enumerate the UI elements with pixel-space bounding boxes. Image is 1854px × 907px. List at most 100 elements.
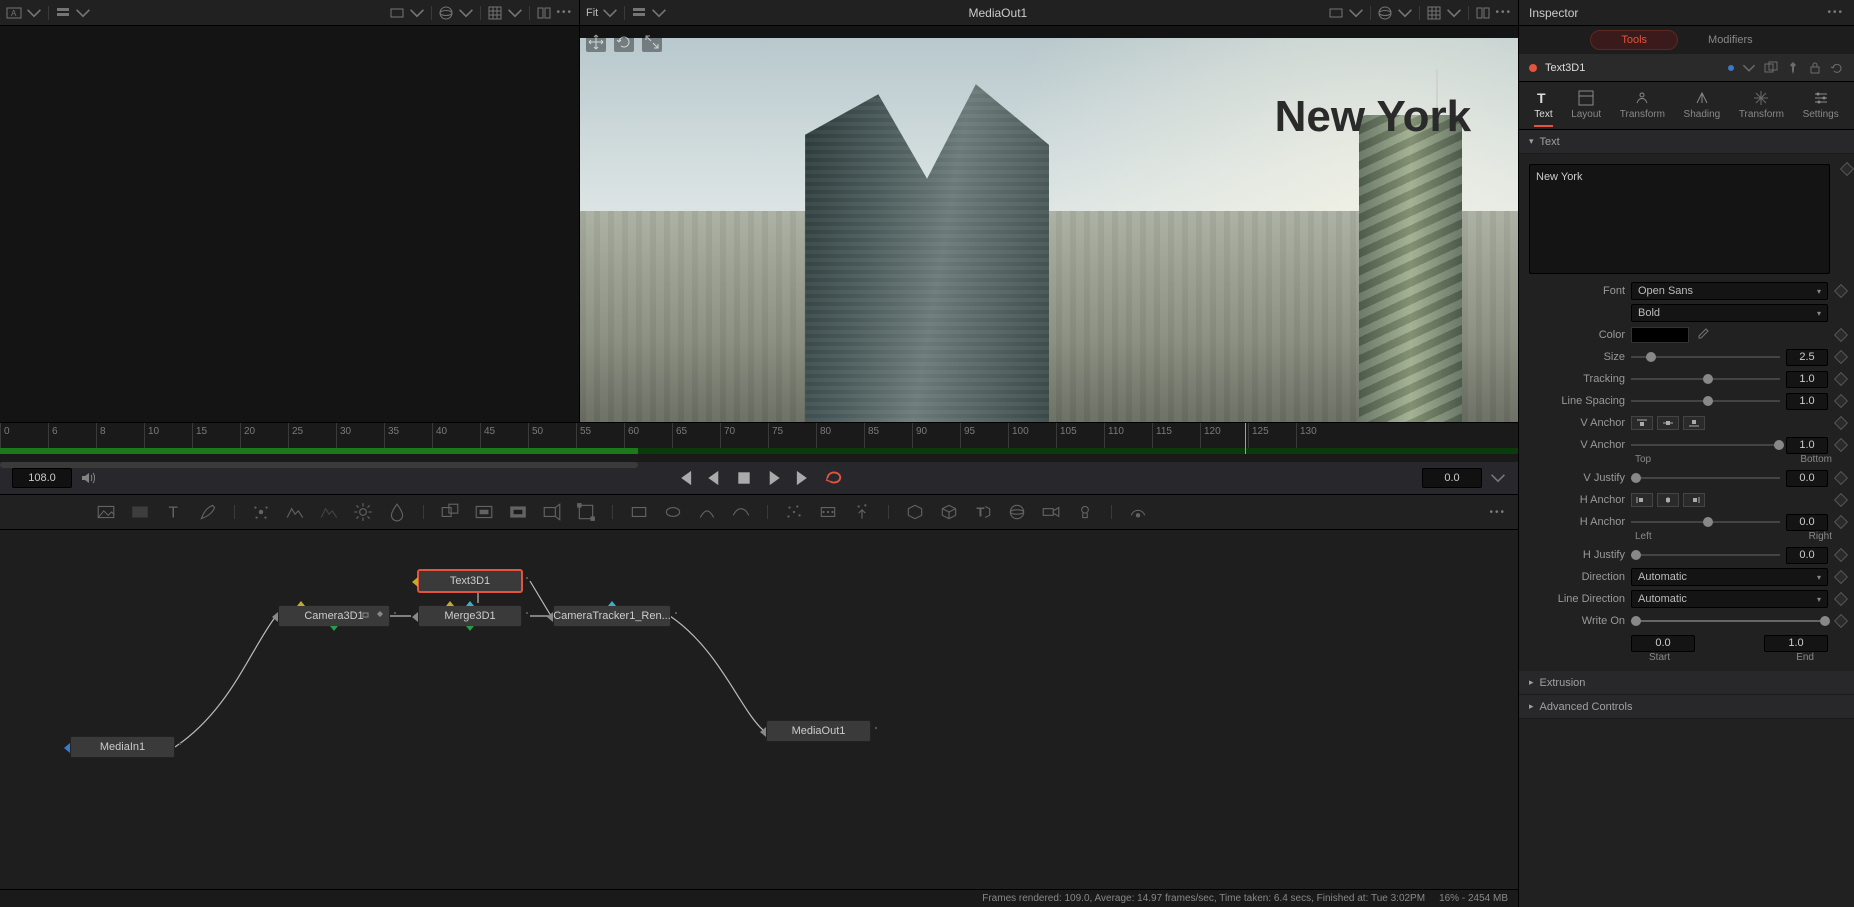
vanchor-top-button[interactable] xyxy=(1631,416,1653,430)
node-graph[interactable]: MediaIn1 Camera3D1 Text3D1 Merge3D1 Came… xyxy=(0,530,1518,889)
size-value[interactable]: 2.5 xyxy=(1786,349,1828,366)
chevron-down-icon[interactable] xyxy=(75,5,91,21)
tool-particles-icon[interactable] xyxy=(784,502,804,522)
chevron-down-icon[interactable] xyxy=(1397,5,1413,21)
goto-end-button[interactable] xyxy=(794,468,814,488)
play-button[interactable] xyxy=(764,468,784,488)
cattab-text[interactable]: TText xyxy=(1534,89,1552,126)
globe-icon[interactable] xyxy=(1377,5,1393,21)
tool-text-icon[interactable]: T xyxy=(164,502,184,522)
more-icon[interactable]: ••• xyxy=(1495,7,1512,18)
split-icon[interactable] xyxy=(1475,5,1491,21)
stop-button[interactable] xyxy=(734,468,754,488)
cattab-settings[interactable]: Settings xyxy=(1803,89,1839,126)
tab-modifiers[interactable]: Modifiers xyxy=(1678,31,1783,49)
cattab-shading[interactable]: Shading xyxy=(1684,89,1721,126)
speaker-icon[interactable] xyxy=(80,470,96,486)
styled-text-input[interactable]: New York xyxy=(1529,164,1830,274)
keyframe-diamond-icon[interactable] xyxy=(1834,592,1848,606)
grid-icon[interactable] xyxy=(487,5,503,21)
tool-pemit-icon[interactable] xyxy=(852,502,872,522)
node-mediaout[interactable]: MediaOut1 xyxy=(766,720,871,742)
keyframe-diamond-icon[interactable] xyxy=(1834,614,1848,628)
keyframe-diamond-icon[interactable] xyxy=(1834,471,1848,485)
linedirection-dropdown[interactable]: Automatic▾ xyxy=(1631,590,1828,608)
tool-bspline-icon[interactable] xyxy=(731,502,751,522)
goto-start-button[interactable] xyxy=(674,468,694,488)
cattab-transform-3d[interactable]: Transform xyxy=(1739,89,1784,126)
eyedropper-icon[interactable] xyxy=(1695,328,1709,342)
tool-background-icon[interactable] xyxy=(96,502,116,522)
tool-camera3d-icon[interactable] xyxy=(1041,502,1061,522)
scrub-bar[interactable] xyxy=(0,462,638,468)
writeon-start-value[interactable]: 0.0 xyxy=(1631,635,1695,652)
chevron-down-icon[interactable] xyxy=(1490,470,1506,486)
keyframe-diamond-icon[interactable] xyxy=(1834,328,1848,342)
tool-mattecontrol-icon[interactable] xyxy=(474,502,494,522)
move-icon[interactable] xyxy=(586,32,606,52)
stack-icon[interactable] xyxy=(55,5,71,21)
font-family-dropdown[interactable]: Open Sans▾ xyxy=(1631,282,1828,300)
hanchor-center-button[interactable] xyxy=(1657,493,1679,507)
versions-icon[interactable] xyxy=(1764,61,1778,75)
chevron-down-icon[interactable] xyxy=(26,5,42,21)
playhead[interactable] xyxy=(1245,423,1246,454)
vanchor-mid-button[interactable] xyxy=(1657,416,1679,430)
rect-icon[interactable] xyxy=(389,5,405,21)
globe-icon[interactable] xyxy=(438,5,454,21)
more-icon[interactable]: ••• xyxy=(1489,507,1506,518)
tool-ellipse-icon[interactable] xyxy=(663,502,683,522)
node-mediain[interactable]: MediaIn1 xyxy=(70,736,175,758)
hanchor-slider[interactable] xyxy=(1631,515,1780,529)
tool-prender-icon[interactable] xyxy=(818,502,838,522)
tool-paint-icon[interactable] xyxy=(198,502,218,522)
grid-icon[interactable] xyxy=(1426,5,1442,21)
keyframe-diamond-icon[interactable] xyxy=(1834,570,1848,584)
chevron-down-icon[interactable] xyxy=(1348,5,1364,21)
tab-tools[interactable]: Tools xyxy=(1590,30,1678,50)
split-icon[interactable] xyxy=(536,5,552,21)
hanchor-value[interactable]: 0.0 xyxy=(1786,514,1828,531)
tool-brightness-icon[interactable] xyxy=(353,502,373,522)
tool-render3d-icon[interactable] xyxy=(1128,502,1148,522)
tool-transform-icon[interactable] xyxy=(576,502,596,522)
hjustify-slider[interactable] xyxy=(1631,548,1780,562)
reset-icon[interactable] xyxy=(1830,61,1844,75)
vjustify-slider[interactable] xyxy=(1631,471,1780,485)
node-text3d[interactable]: Text3D1 xyxy=(418,570,522,592)
step-back-button[interactable] xyxy=(704,468,724,488)
subview-a-icon[interactable]: A xyxy=(6,5,22,21)
stack-icon[interactable] xyxy=(631,5,647,21)
hjustify-value[interactable]: 0.0 xyxy=(1786,547,1828,564)
tool-image3d-icon[interactable] xyxy=(905,502,925,522)
chevron-down-icon[interactable] xyxy=(602,5,618,21)
timeline-ruler[interactable]: 0681015202530354045505560657075808590951… xyxy=(0,422,1518,454)
current-time[interactable]: 108.0 xyxy=(12,468,72,488)
tracking-slider[interactable] xyxy=(1631,372,1780,386)
tool-text3d-icon[interactable]: T xyxy=(973,502,993,522)
linespacing-value[interactable]: 1.0 xyxy=(1786,393,1828,410)
hanchor-right-button[interactable] xyxy=(1683,493,1705,507)
tool-rectangle-icon[interactable] xyxy=(629,502,649,522)
keyframe-diamond-icon[interactable] xyxy=(1834,438,1848,452)
expand-icon[interactable] xyxy=(642,32,662,52)
section-text[interactable]: ▾Text xyxy=(1519,130,1854,154)
center-viewer[interactable]: New York xyxy=(580,26,1518,422)
tool-merge-icon[interactable] xyxy=(440,502,460,522)
tool-light-icon[interactable] xyxy=(1075,502,1095,522)
tool-drop-icon[interactable] xyxy=(387,502,407,522)
more-icon[interactable]: ••• xyxy=(1827,7,1844,18)
keyframe-diamond-icon[interactable] xyxy=(1834,350,1848,364)
tool-shape3d-icon[interactable] xyxy=(939,502,959,522)
keyframe-diamond-icon[interactable] xyxy=(1834,394,1848,408)
chevron-down-icon[interactable] xyxy=(1742,61,1756,75)
writeon-end-value[interactable]: 1.0 xyxy=(1764,635,1828,652)
linespacing-slider[interactable] xyxy=(1631,394,1780,408)
tool-blur-icon[interactable] xyxy=(319,502,339,522)
keyframe-diamond-icon[interactable] xyxy=(1834,548,1848,562)
pin-icon[interactable] xyxy=(1786,61,1800,75)
loop-button[interactable] xyxy=(824,468,844,488)
node-camera3d[interactable]: Camera3D1 xyxy=(278,605,390,627)
hanchor-left-button[interactable] xyxy=(1631,493,1653,507)
tool-polygon-icon[interactable] xyxy=(697,502,717,522)
